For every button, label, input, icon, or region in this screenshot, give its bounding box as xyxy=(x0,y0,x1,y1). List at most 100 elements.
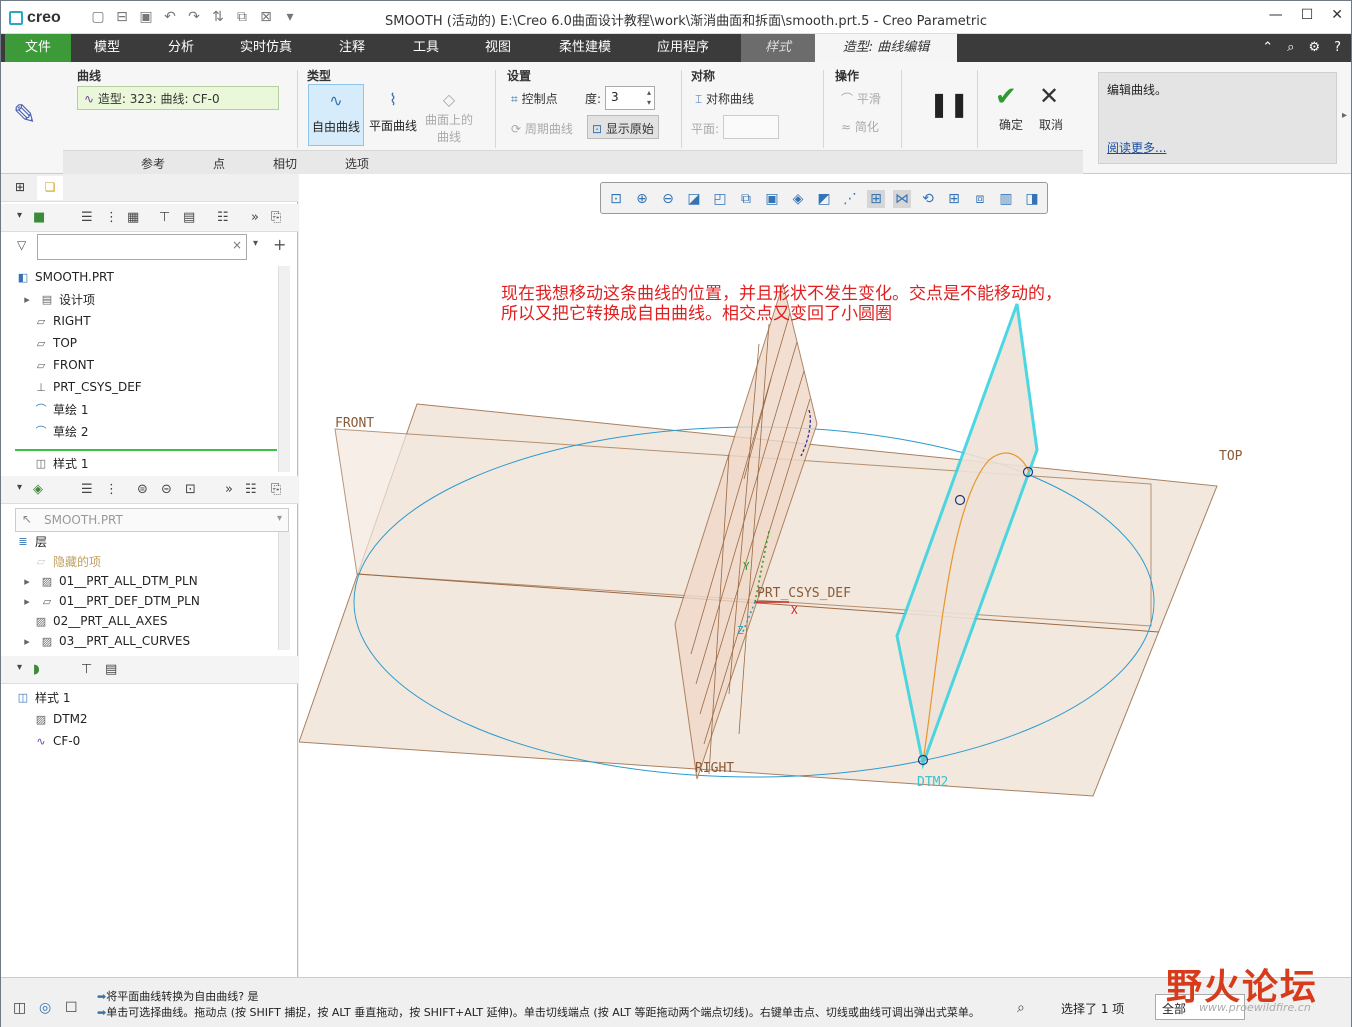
periodic-curve-button[interactable]: ⟳ 周期曲线 xyxy=(511,120,573,137)
filter-icon[interactable]: ▽ xyxy=(17,238,26,252)
ok-button[interactable]: 确定 xyxy=(999,116,1023,133)
more-icon[interactable]: » xyxy=(251,210,259,225)
layer-settings-icon[interactable]: ☷ xyxy=(245,482,257,497)
binoculars-icon[interactable]: ⌕ xyxy=(1017,1000,1025,1016)
symmetric-curve-button[interactable]: ⌶ 对称曲线 xyxy=(695,90,754,107)
point-display-icon[interactable]: ⋈ xyxy=(893,190,911,208)
layer-item-all-dtm-pln[interactable]: ▸ ▨ 01__PRT_ALL_DTM_PLN xyxy=(19,571,309,591)
layer-tab-icon[interactable]: ❏ xyxy=(37,176,63,200)
tab-points[interactable]: 点 xyxy=(213,155,225,172)
layer-expand-icon[interactable]: ☰ xyxy=(81,482,93,497)
style-tree-cf0[interactable]: ∿ CF-0 xyxy=(33,731,323,751)
annotation-display-icon[interactable]: ⋰ xyxy=(841,190,859,208)
new-file-icon[interactable]: ▢ xyxy=(89,8,107,26)
plane-curve-button[interactable]: ⌇ 平面曲线 xyxy=(365,84,421,146)
dropdown-icon[interactable]: ▾ xyxy=(17,482,22,493)
zoom-out-icon[interactable]: ⊖ xyxy=(659,190,677,208)
clear-search-icon[interactable]: × xyxy=(232,238,242,252)
pause-icon[interactable]: ❚❚ xyxy=(929,90,969,118)
more-icon[interactable]: » xyxy=(225,482,233,497)
style-view-icon[interactable]: ◨ xyxy=(1023,190,1041,208)
perspective-icon[interactable]: ◈ xyxy=(789,190,807,208)
nav-panel-icon[interactable]: ◫ xyxy=(13,1000,26,1016)
repaint-icon[interactable]: ◪ xyxy=(685,190,703,208)
saved-orientation-icon[interactable]: ⧉ xyxy=(737,190,755,208)
control-point-button[interactable]: ⌗ 控制点 xyxy=(511,90,558,107)
menu-file[interactable]: 文件 xyxy=(5,34,71,62)
dropdown-icon[interactable]: ▾ xyxy=(17,662,22,673)
free-curve-button[interactable]: ∿ 自由曲线 xyxy=(308,84,364,146)
layer-new-icon[interactable]: ⊜ xyxy=(137,482,148,497)
help-icon[interactable]: ? xyxy=(1334,40,1341,55)
cancel-icon[interactable]: ✕ xyxy=(1039,82,1059,110)
redo-icon[interactable]: ↷ xyxy=(185,8,203,26)
menu-view[interactable]: 视图 xyxy=(469,34,527,62)
tree-collapse-icon[interactable]: ⋮ xyxy=(105,210,118,225)
maximize-icon[interactable]: ☐ xyxy=(1301,7,1314,23)
save-icon[interactable]: ▣ xyxy=(137,8,155,26)
layer-collapse-icon[interactable]: ⋮ xyxy=(105,482,118,497)
layer-item-all-curves[interactable]: ▸ ▨ 03__PRT_ALL_CURVES xyxy=(19,631,309,651)
menu-tools[interactable]: 工具 xyxy=(397,34,455,62)
add-icon[interactable]: + xyxy=(273,235,286,254)
tree-root[interactable]: ◧ SMOOTH.PRT xyxy=(15,267,305,287)
surface-curve-button[interactable]: ◇ 曲面上的 曲线 xyxy=(421,84,477,146)
datum-display-icon[interactable]: ⊞ xyxy=(867,190,885,208)
dropdown-icon[interactable]: ▾ xyxy=(17,210,22,221)
layer-options-icon[interactable]: ⎘ xyxy=(271,482,281,497)
menu-analysis[interactable]: 分析 xyxy=(151,34,211,62)
help-read-more-link[interactable]: 阅读更多... xyxy=(1107,139,1166,156)
tab-options[interactable]: 选项 xyxy=(345,155,369,172)
regenerate-icon[interactable]: ⇅ xyxy=(209,8,227,26)
menu-simulation[interactable]: 实时仿真 xyxy=(229,34,303,62)
degree-spinner[interactable]: 3 ▴ ▾ xyxy=(605,86,655,110)
active-plane-icon[interactable]: ⧈ xyxy=(971,190,989,208)
layout-icon[interactable]: ▥ xyxy=(997,190,1015,208)
grid-icon[interactable]: ⊞ xyxy=(945,190,963,208)
open-file-icon[interactable]: ⊟ xyxy=(113,8,131,26)
layer-props-icon[interactable]: ⊝ xyxy=(161,482,172,497)
search-dropdown-icon[interactable]: ▾ xyxy=(253,238,258,249)
browser-icon[interactable]: ◎ xyxy=(39,1000,51,1016)
display-style-icon[interactable]: ◰ xyxy=(711,190,729,208)
plane-field[interactable] xyxy=(723,115,779,139)
tree-expand-icon[interactable]: ☰ xyxy=(81,210,93,225)
minimize-icon[interactable]: — xyxy=(1269,7,1283,23)
smooth-button[interactable]: ⌒ 平滑 xyxy=(841,90,881,107)
menu-style[interactable]: 样式 xyxy=(741,34,815,62)
menu-flexible-modeling[interactable]: 柔性建模 xyxy=(549,34,621,62)
tab-references[interactable]: 参考 xyxy=(141,155,165,172)
model-tree-tab-icon[interactable]: ⊞ xyxy=(15,180,25,194)
search-icon[interactable]: ⌕ xyxy=(1287,40,1294,55)
undo-icon[interactable]: ↶ xyxy=(161,8,179,26)
layer-item-def-dtm-pln[interactable]: ▸ ▱ 01__PRT_DEF_DTM_PLN xyxy=(19,591,309,611)
search-input[interactable]: × xyxy=(37,234,247,260)
ribbon-expand-icon[interactable]: ▸ xyxy=(1342,110,1347,121)
tree-item-design-items[interactable]: ▸ ▤ 设计项 xyxy=(19,289,309,309)
simplify-button[interactable]: ≈ 简化 xyxy=(841,118,879,135)
window-icon[interactable]: ⧉ xyxy=(233,8,251,26)
zoom-in-icon[interactable]: ⊕ xyxy=(633,190,651,208)
close-icon[interactable]: ✕ xyxy=(1331,7,1343,23)
menu-model[interactable]: 模型 xyxy=(77,34,137,62)
style-filter-icon[interactable]: ⊤ xyxy=(81,662,92,677)
show-original-button[interactable]: ⊡ 显示原始 xyxy=(587,115,659,139)
tree-filter-icon[interactable]: ⊤ xyxy=(159,210,170,225)
refit-icon[interactable]: ⊡ xyxy=(607,190,625,208)
section-icon[interactable]: ◩ xyxy=(815,190,833,208)
style-settings-icon[interactable]: ▤ xyxy=(105,662,117,677)
view-manager-icon[interactable]: ▣ xyxy=(763,190,781,208)
style-tree-root[interactable]: ◫ 样式 1 xyxy=(15,687,305,707)
tree-show-icon[interactable]: ☷ xyxy=(217,210,229,225)
layer-model-select[interactable]: SMOOTH.PRT ↖ ▾ xyxy=(15,508,289,532)
close-window-icon[interactable]: ⊠ xyxy=(257,8,275,26)
collapse-ribbon-icon[interactable]: ⌃ xyxy=(1262,40,1273,55)
insert-marker[interactable] xyxy=(15,449,277,451)
tree-settings-icon[interactable]: ▤ xyxy=(183,210,195,225)
spin-center-icon[interactable]: ⟲ xyxy=(919,190,937,208)
menu-annotate[interactable]: 注释 xyxy=(323,34,381,62)
customize-icon[interactable]: ▾ xyxy=(281,8,299,26)
menu-applications[interactable]: 应用程序 xyxy=(645,34,721,62)
curve-selector[interactable]: ∿ 造型: 323: 曲线: CF-0 xyxy=(77,86,279,110)
cancel-button[interactable]: 取消 xyxy=(1039,116,1063,133)
